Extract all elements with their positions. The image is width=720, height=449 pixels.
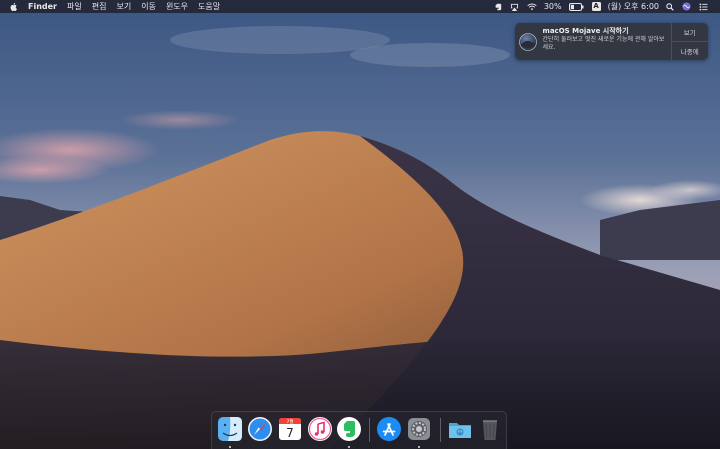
notification-body: 간단히 둘러보고 멋진 새로운 기능에 관해 알아보세요.: [542, 36, 665, 51]
macos-mojave-icon: [515, 23, 541, 60]
menu-edit[interactable]: 편집: [87, 0, 112, 13]
app-menu-finder[interactable]: Finder: [23, 0, 62, 13]
menu-view[interactable]: 보기: [111, 0, 136, 13]
notification-show-button[interactable]: 보기: [672, 23, 708, 41]
dock-app-store-icon[interactable]: [376, 416, 402, 442]
notification-title: macOS Mojave 시작하기: [542, 27, 629, 35]
notification-content: macOS Mojave 시작하기 간단히 둘러보고 멋진 새로운 기능에 관해…: [541, 23, 671, 60]
dock: 7월 7: [211, 411, 507, 449]
notification-actions: 보기 나중에: [670, 23, 708, 60]
menu-file[interactable]: 파일: [62, 0, 87, 13]
apple-menu-icon[interactable]: [0, 2, 23, 11]
evernote-running-indicator: [348, 446, 350, 448]
system-preferences-running-indicator: [418, 446, 420, 448]
calendar-day-text: 7: [286, 426, 294, 440]
notification-later-button[interactable]: 나중에: [671, 41, 708, 60]
notification-banner[interactable]: macOS Mojave 시작하기 간단히 둘러보고 멋진 새로운 기능에 관해…: [515, 23, 708, 60]
dock-finder-icon[interactable]: [217, 416, 243, 442]
battery-icon[interactable]: [565, 2, 588, 11]
dock-evernote-icon[interactable]: [336, 416, 362, 442]
dock-downloads-folder-icon[interactable]: [447, 416, 473, 442]
menubar-clock[interactable]: (월) 오후 6:00: [605, 0, 662, 13]
desktop-wallpaper: [0, 0, 720, 449]
menu-go[interactable]: 이동: [136, 0, 161, 13]
airplay-icon[interactable]: [506, 3, 523, 11]
dock-separator: [440, 418, 441, 442]
finder-running-indicator: [229, 446, 231, 448]
dock-system-preferences-icon[interactable]: [406, 416, 432, 442]
evernote-status-icon[interactable]: [490, 3, 506, 11]
dock-calendar-icon[interactable]: 7월 7: [277, 416, 303, 442]
input-source-icon[interactable]: A: [588, 2, 605, 11]
calendar-month-text: 7월: [286, 418, 293, 425]
dock-safari-icon[interactable]: [247, 416, 273, 442]
dock-separator: [369, 418, 370, 442]
siri-icon[interactable]: [678, 2, 695, 11]
battery-percent: 30%: [543, 2, 562, 11]
menu-window[interactable]: 윈도우: [161, 0, 193, 13]
notification-center-icon[interactable]: [695, 2, 712, 11]
wifi-icon[interactable]: [523, 2, 541, 11]
spotlight-search-icon[interactable]: [662, 2, 678, 11]
menu-help[interactable]: 도움말: [193, 0, 225, 13]
dock-trash-icon[interactable]: [477, 416, 503, 442]
menu-bar: Finder 파일 편집 보기 이동 윈도우 도움말 30% A (월) 오후 …: [0, 0, 720, 13]
dock-itunes-icon[interactable]: [307, 416, 333, 442]
